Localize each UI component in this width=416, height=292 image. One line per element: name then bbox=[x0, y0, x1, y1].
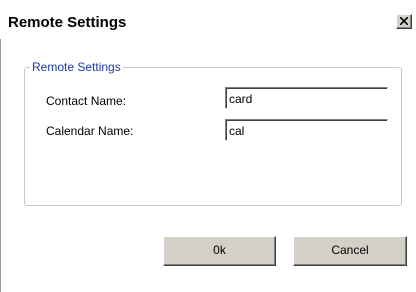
close-icon bbox=[400, 17, 408, 25]
window-title: Remote Settings bbox=[8, 14, 127, 31]
contact-name-input[interactable] bbox=[225, 87, 388, 109]
cancel-button[interactable]: Cancel bbox=[293, 236, 407, 266]
title-bar: Remote Settings bbox=[0, 9, 416, 39]
ok-button[interactable]: 0k bbox=[163, 236, 276, 266]
calendar-name-input[interactable] bbox=[225, 119, 388, 141]
close-button[interactable] bbox=[396, 14, 412, 29]
remote-settings-dialog: Remote Settings Remote Settings Contact … bbox=[0, 0, 416, 292]
calendar-name-label: Calendar Name: bbox=[46, 124, 134, 138]
contact-name-label: Contact Name: bbox=[46, 94, 127, 108]
groupbox-legend: Remote Settings bbox=[30, 59, 123, 75]
